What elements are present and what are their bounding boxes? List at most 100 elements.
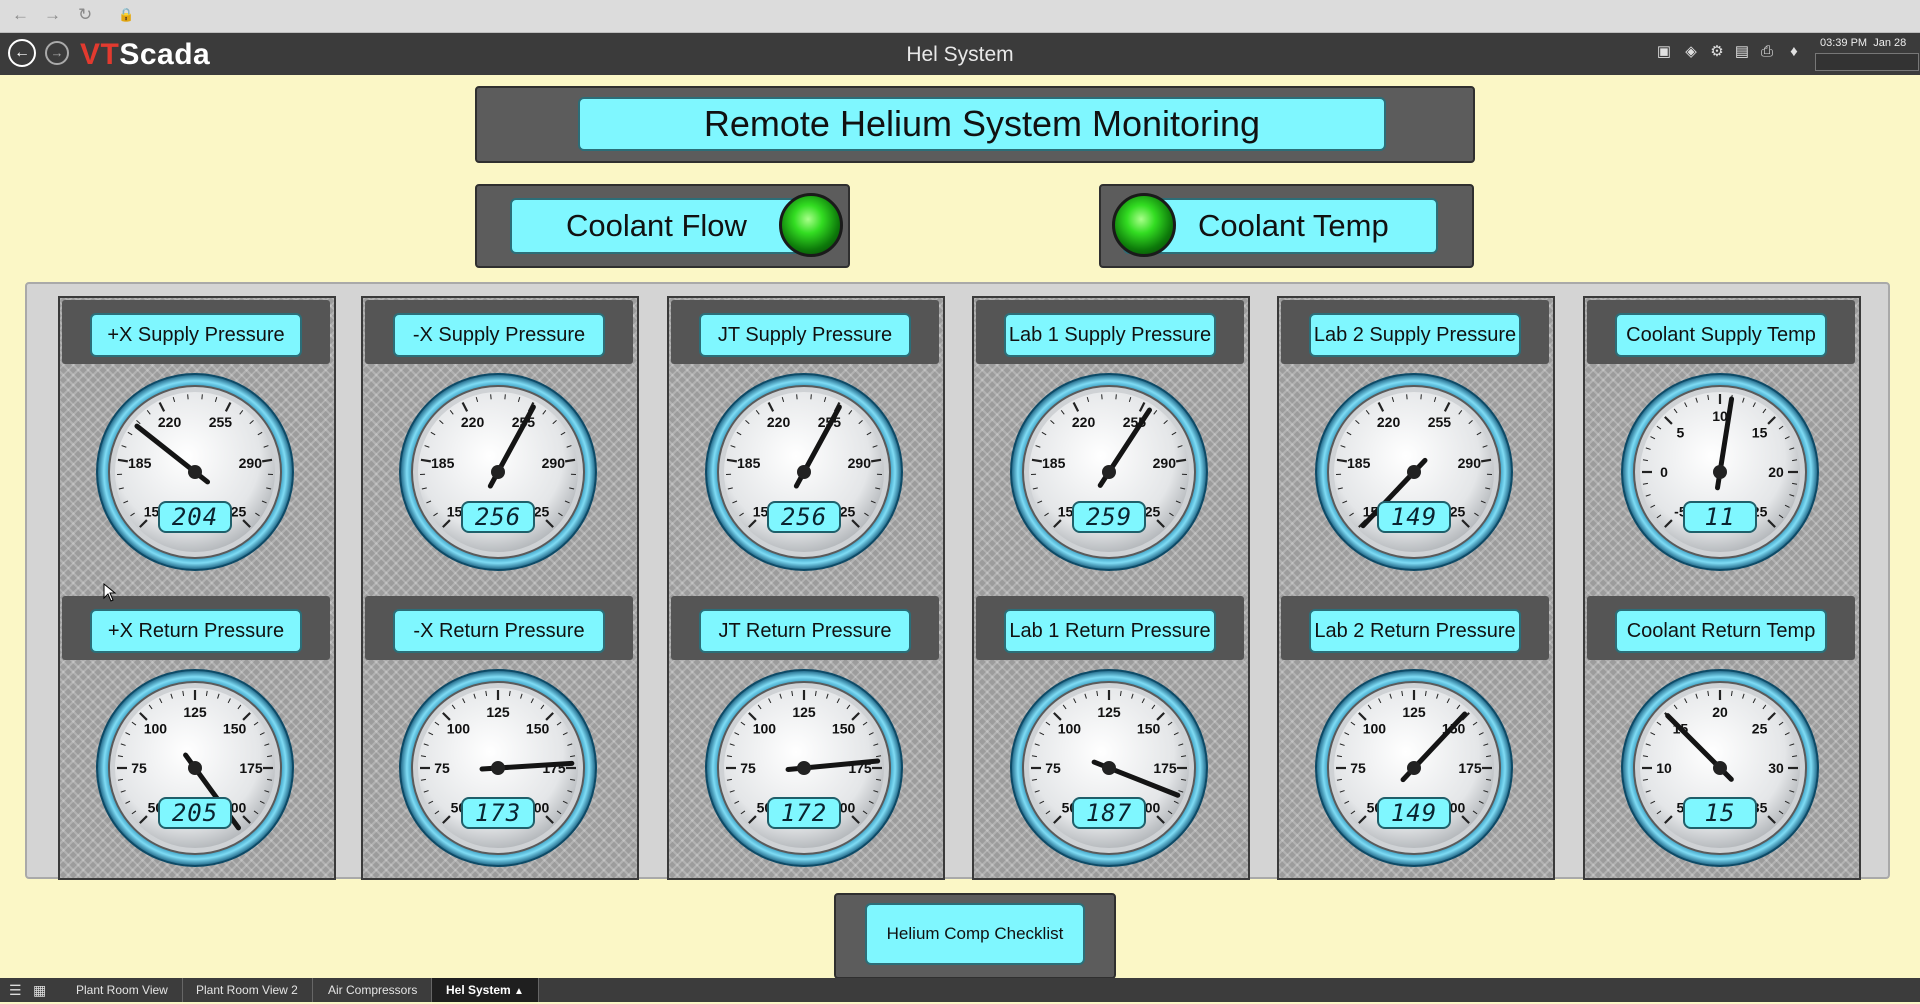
- gauge-tick-label: 185: [737, 455, 761, 471]
- gauge-label: Lab 2 Return Pressure: [1309, 609, 1521, 653]
- gauge-tick-label: 290: [1153, 455, 1177, 471]
- gauge-tick-label: 75: [1045, 760, 1061, 776]
- gauge-tick-label: 220: [767, 414, 791, 430]
- gauge-tick-label: 220: [461, 414, 485, 430]
- gauge-tick-label: 20: [1712, 704, 1728, 720]
- browser-toolbar: ← → ↻ 🔒: [0, 0, 1920, 33]
- pin-icon[interactable]: ▲: [514, 986, 524, 997]
- gauge-tick-label: 15: [1752, 424, 1768, 440]
- gauge-dial: 150185220255290325149: [1314, 372, 1514, 572]
- gauge-tick-label: 185: [128, 455, 152, 471]
- gauge-dial: 5075100125150175200187: [1009, 668, 1209, 868]
- gauge-tick-label: 255: [209, 414, 233, 430]
- gauge-readout: 256: [475, 503, 521, 531]
- gauge-tick-label: 185: [431, 455, 455, 471]
- gauge-label: JT Return Pressure: [699, 609, 911, 653]
- gauge-tick-label: 125: [792, 704, 816, 720]
- gauge-tick-label: 175: [239, 760, 263, 776]
- page-tabs-bar: ☰ ▦ Plant Room View Plant Room View 2 Ai…: [0, 978, 1920, 1002]
- gauge-tick-label: 290: [239, 455, 263, 471]
- tag-icon[interactable]: ◈: [1682, 43, 1700, 61]
- gauge-dial: 5075100125150175200149: [1314, 668, 1514, 868]
- grid-view-icon[interactable]: ▦: [33, 982, 46, 999]
- gauge-tick-label: 0: [1660, 464, 1668, 480]
- gauge-readout: 173: [475, 799, 521, 827]
- back-arrow-icon[interactable]: ←: [12, 5, 29, 25]
- gauge-tick-label: 175: [1458, 760, 1482, 776]
- gauge-label: Lab 2 Supply Pressure: [1309, 313, 1521, 357]
- gauge-tick-label: 290: [542, 455, 566, 471]
- gauge-readout: 187: [1086, 799, 1132, 827]
- gauge-tick-label: 10: [1656, 760, 1672, 776]
- gauge-readout: 11: [1705, 503, 1736, 531]
- lock-icon: 🔒: [118, 7, 134, 23]
- gauge-readout: 149: [1391, 799, 1437, 827]
- gauge-tick-label: 125: [1097, 704, 1121, 720]
- forward-arrow-icon[interactable]: →: [44, 5, 61, 25]
- app-header: ← → VTScada Hel System ▣ ◈ ⚙ ▤ ⎙ ♦ 03:39…: [0, 33, 1920, 75]
- gauge-label: Lab 1 Return Pressure: [1004, 609, 1216, 653]
- gauge-tick-label: 150: [832, 720, 856, 736]
- gauge-tick-label: 75: [1350, 760, 1366, 776]
- gauge-label: -X Return Pressure: [393, 609, 605, 653]
- tab-air-compressors[interactable]: Air Compressors: [314, 978, 432, 1002]
- gauge-tick-label: 75: [131, 760, 147, 776]
- gauge-label: +X Supply Pressure: [90, 313, 302, 357]
- tab-plant-room-view-2[interactable]: Plant Room View 2: [182, 978, 313, 1002]
- gauge-label: Lab 1 Supply Pressure: [1004, 313, 1216, 357]
- reload-icon[interactable]: ↻: [78, 5, 92, 25]
- gauge-readout: 172: [781, 799, 827, 827]
- image-icon[interactable]: ▣: [1655, 43, 1673, 61]
- gauge-tick-label: 150: [223, 720, 247, 736]
- gauge-tick-label: 125: [183, 704, 207, 720]
- gauge-label: +X Return Pressure: [90, 609, 302, 653]
- gauge-tick-label: 290: [1458, 455, 1482, 471]
- gauge-readout: 15: [1705, 799, 1736, 827]
- gauge-tick-label: 20: [1768, 464, 1784, 480]
- gauge-tick-label: 185: [1042, 455, 1066, 471]
- gauge-tick-label: 75: [740, 760, 756, 776]
- alarm-status-box[interactable]: [1815, 53, 1919, 71]
- gauge-tick-label: 220: [158, 414, 182, 430]
- gauge-dial: 150185220255290325259: [1009, 372, 1209, 572]
- gauge-label: -X Supply Pressure: [393, 313, 605, 357]
- gauge-label: JT Supply Pressure: [699, 313, 911, 357]
- gauge-tick-label: 290: [848, 455, 872, 471]
- gauge-readout: 149: [1391, 503, 1437, 531]
- settings-icon[interactable]: ⚙: [1708, 43, 1726, 61]
- coolant-temp-status-led: [1112, 193, 1176, 257]
- gauge-tick-label: 175: [1153, 760, 1177, 776]
- gauge-dial: 510152025303515: [1620, 668, 1820, 868]
- gauge-dial: 150185220255290325256: [704, 372, 904, 572]
- tab-plant-room-view[interactable]: Plant Room View: [62, 978, 183, 1002]
- gauge-readout: 256: [781, 503, 827, 531]
- page-title: Hel System: [0, 43, 1920, 67]
- alarm-bell-icon[interactable]: ♦: [1785, 43, 1803, 61]
- tab-hel-system-label: Hel System: [446, 983, 511, 997]
- coolant-flow-status-led: [779, 193, 843, 257]
- clock: 03:39 PM Jan 28: [1820, 37, 1906, 49]
- gauge-tick-label: 185: [1347, 455, 1371, 471]
- gauge-tick-label: 150: [526, 720, 550, 736]
- gauge-tick-label: 125: [1402, 704, 1426, 720]
- tab-hel-system[interactable]: Hel System ▲: [432, 978, 539, 1002]
- gauge-dial: 150185220255290325204: [95, 372, 295, 572]
- helium-comp-checklist-button[interactable]: Helium Comp Checklist: [865, 903, 1085, 965]
- gauge-tick-label: 100: [1058, 720, 1082, 736]
- gauge-dial: 5075100125150175200205: [95, 668, 295, 868]
- gauge-label: Coolant Return Temp: [1615, 609, 1827, 653]
- gauge-tick-label: 220: [1377, 414, 1401, 430]
- gauge-tick-label: 100: [753, 720, 777, 736]
- main-title: Remote Helium System Monitoring: [578, 97, 1386, 151]
- gauge-tick-label: 255: [1428, 414, 1452, 430]
- print-icon[interactable]: ⎙: [1758, 43, 1776, 61]
- report-icon[interactable]: ▤: [1733, 43, 1751, 61]
- gauge-tick-label: 75: [434, 760, 450, 776]
- gauge-readout: 259: [1086, 503, 1132, 531]
- gauge-readout: 204: [172, 503, 218, 531]
- gauge-tick-label: 30: [1768, 760, 1784, 776]
- gauge-readout: 205: [172, 799, 218, 827]
- gauge-tick-label: 100: [447, 720, 471, 736]
- gauge-dial: 5075100125150175200172: [704, 668, 904, 868]
- menu-icon[interactable]: ☰: [9, 982, 22, 999]
